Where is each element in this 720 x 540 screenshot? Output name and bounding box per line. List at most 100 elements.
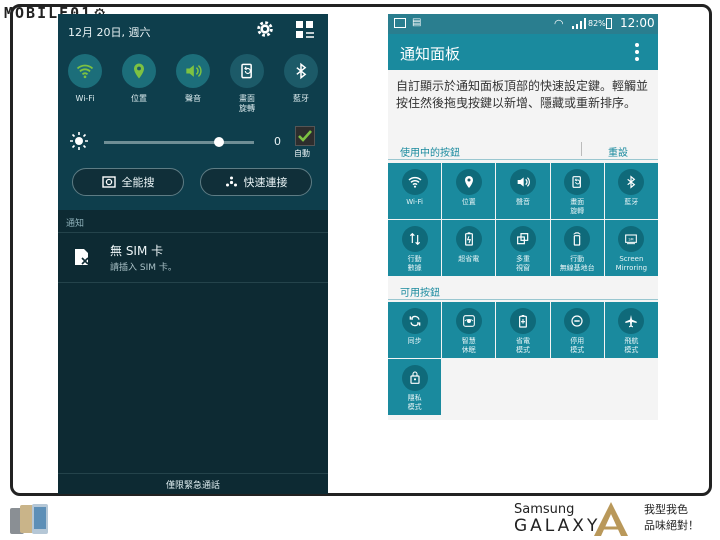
samsung-galaxy-brand: Samsung GALAXY (514, 502, 600, 536)
no-sim-status-icon: ▤ (412, 17, 422, 28)
available-button-smart-stay[interactable]: 智慧 休眠 (442, 302, 496, 358)
quick-setting-label: 聲音 (185, 94, 201, 103)
brightness-slider-track[interactable] (104, 141, 254, 144)
status-time: 12:00 (620, 16, 655, 30)
notification-subtitle: 請插入 SIM 卡。 (110, 263, 177, 273)
edit-grid-icon[interactable] (294, 19, 316, 41)
active-buttons-grid: Wi-Fi 位置 聲音 畫面 旋轉 藍牙行動 數據 超省電 多重 視窗 行動 無線基地台 SM Scree… (388, 163, 658, 276)
quick-setting-sound[interactable]: 聲音 (166, 54, 220, 114)
empty-slot (496, 359, 550, 415)
quick-setting-label: 位置 (131, 94, 147, 103)
wifi-icon (68, 54, 102, 88)
checkmark-icon (298, 130, 312, 142)
tile-label: 停用 模式 (570, 337, 585, 354)
active-button-sound[interactable]: 聲音 (496, 163, 550, 219)
available-button-sync[interactable]: 同步 (388, 302, 442, 358)
s-finder-button[interactable]: 全能搜 (72, 168, 184, 196)
active-button-ultra-power-saving[interactable]: 超省電 (442, 220, 496, 276)
quick-setting-location[interactable]: 位置 (112, 54, 166, 114)
date-label: 12月 20日, 週六 (68, 26, 151, 39)
available-button-power-saving[interactable]: 省電 模式 (496, 302, 550, 358)
bluetooth-icon (618, 169, 645, 195)
tile-label: 隱私 模式 (407, 394, 422, 411)
active-button-screen-mirroring[interactable]: SM Screen Mirroring (604, 220, 658, 276)
settings-gear-icon[interactable] (254, 18, 276, 40)
more-options-icon[interactable] (632, 41, 642, 63)
signal-icon (572, 18, 586, 29)
active-buttons-header: 使用中的按鈕 重設 (388, 142, 658, 160)
blocking-mode-icon (564, 308, 591, 334)
status-bar: ▤ ◠ 82% 12:00 (388, 14, 658, 34)
description-text: 自訂顯示於通知面板頂部的快速設定鍵。輕觸並按住然後拖曳按鍵以新增、隱藏或重新排序… (396, 79, 649, 110)
quick-setting-wifi[interactable]: Wi-Fi (58, 54, 112, 114)
available-buttons-grid: 同步 智慧 休眠 省電 模式 停用 模式 飛航 模式隱私 模式 (388, 302, 658, 415)
gallery-notification-icon (394, 18, 406, 28)
tile-label: Wi-Fi (406, 198, 423, 206)
tile-label: 省電 模式 (515, 337, 530, 354)
sound-icon (176, 54, 210, 88)
available-buttons-header: 可用按鈕 (388, 282, 658, 300)
tile-label: 行動 無線基地台 (559, 255, 595, 272)
quick-connect-label: 快速連接 (243, 176, 288, 189)
smart-stay-icon (455, 308, 482, 334)
tile-label: 超省電 (458, 255, 480, 263)
galaxy-a-logo-icon (594, 502, 628, 536)
wifi-icon (401, 169, 428, 195)
available-button-private-mode[interactable]: 隱私 模式 (388, 359, 442, 415)
brightness-icon (70, 132, 88, 150)
no-sim-icon (75, 249, 89, 265)
tile-label: 飛航 模式 (624, 337, 639, 354)
private-mode-icon (401, 365, 428, 391)
available-button-blocking-mode[interactable]: 停用 模式 (550, 302, 604, 358)
sound-icon (509, 169, 536, 195)
active-button-multi-window[interactable]: 多重 視窗 (496, 220, 550, 276)
ultra-power-saving-icon (455, 226, 482, 252)
quick-setting-bluetooth[interactable]: 藍牙 (274, 54, 328, 114)
header-divider (581, 142, 582, 156)
brightness-slider-thumb[interactable] (214, 137, 224, 147)
emergency-calls-only-label: 僅限緊急通話 (165, 481, 220, 491)
notifications-header: 通知 (66, 219, 85, 229)
notification-shade-screen: 12月 20日, 週六 Wi-Fi 位置 聲音 畫面 旋轉 藍牙 0 自動 全能… (58, 14, 328, 494)
notification-panel-settings-screen: ▤ ◠ 82% 12:00 通知面板 自訂顯示於通知面板頂部的快速設定鍵。輕觸並… (388, 14, 658, 420)
location-icon (122, 54, 156, 88)
quick-setting-label: Wi-Fi (75, 94, 95, 103)
notification-title: 無 SIM 卡 (110, 244, 164, 258)
location-icon (455, 169, 482, 195)
active-button-rotate[interactable]: 畫面 旋轉 (550, 163, 604, 219)
page-title: 通知面板 (400, 45, 461, 63)
empty-slot (604, 359, 658, 415)
tile-label: 位置 (461, 198, 476, 206)
slogan-line1: 我型我色 (644, 503, 688, 516)
active-button-wifi[interactable]: Wi-Fi (388, 163, 442, 219)
app-bar: 通知面板 (388, 34, 658, 70)
quick-connect-icon (225, 176, 237, 186)
auto-brightness-checkbox[interactable] (295, 126, 315, 146)
tile-label: 同步 (407, 337, 422, 345)
no-sim-notification[interactable]: 無 SIM 卡 請插入 SIM 卡。 (58, 234, 328, 282)
tile-label: 藍牙 (624, 198, 639, 206)
battery-icon (606, 18, 612, 29)
active-button-bluetooth[interactable]: 藍牙 (604, 163, 658, 219)
divider (388, 299, 658, 300)
active-buttons-label: 使用中的按鈕 (400, 148, 460, 159)
quick-connect-button[interactable]: 快速連接 (200, 168, 312, 196)
available-buttons-label: 可用按鈕 (400, 288, 440, 299)
auto-brightness-label: 自動 (294, 149, 310, 158)
active-button-location[interactable]: 位置 (442, 163, 496, 219)
battery-percent: 82% (588, 19, 606, 28)
quick-settings-row: Wi-Fi 位置 聲音 畫面 旋轉 藍牙 (58, 54, 328, 114)
available-button-airplane[interactable]: 飛航 模式 (604, 302, 658, 358)
divider (58, 232, 328, 233)
active-button-mobile-data[interactable]: 行動 數據 (388, 220, 442, 276)
svg-text:SM: SM (629, 237, 634, 241)
quick-setting-label: 畫面 旋轉 (239, 94, 255, 113)
hotspot-icon (564, 226, 591, 252)
quick-setting-rotate[interactable]: 畫面 旋轉 (220, 54, 274, 114)
quick-setting-label: 藍牙 (293, 94, 309, 103)
active-button-hotspot[interactable]: 行動 無線基地台 (550, 220, 604, 276)
reset-button[interactable]: 重設 (608, 144, 628, 159)
slogan: 我型我色 品味絕對！ (644, 502, 699, 534)
divider (388, 159, 658, 160)
multi-window-icon (509, 226, 536, 252)
